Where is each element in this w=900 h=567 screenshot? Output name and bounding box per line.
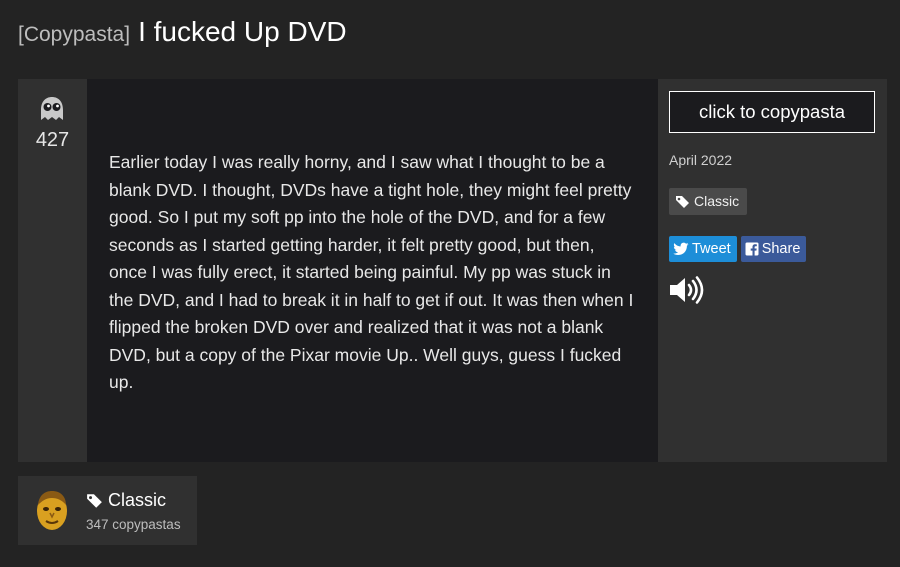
category-name: Classic — [86, 490, 166, 511]
tag-classic-button[interactable]: Classic — [669, 188, 748, 215]
tag-icon — [676, 195, 689, 208]
vote-count: 427 — [35, 129, 70, 151]
tag-label: Classic — [694, 193, 740, 209]
speaker-icon[interactable] — [669, 276, 705, 304]
tag-icon — [87, 493, 102, 508]
title-text: I fucked Up DVD — [138, 16, 347, 47]
copypasta-text: Earlier today I was really horny, and I … — [87, 79, 658, 462]
ghost-icon[interactable] — [37, 94, 67, 124]
category-count: 347 copypastas — [86, 517, 181, 532]
post-date: April 2022 — [669, 152, 733, 168]
facebook-share-button[interactable]: Share — [740, 236, 807, 262]
avatar-face-icon — [37, 491, 67, 530]
facebook-icon — [745, 242, 759, 256]
page-title: [Copypasta] I fucked Up DVD — [18, 15, 347, 52]
title-tag: [Copypasta] — [18, 23, 131, 46]
tweet-button[interactable]: Tweet — [669, 236, 737, 262]
copypasta-card: 427 Earlier today I was really horny, an… — [18, 79, 887, 462]
category-card[interactable]: Classic 347 copypastas — [18, 476, 197, 545]
twitter-bird-icon — [673, 242, 689, 255]
page: [Copypasta] I fucked Up DVD 427 Earlier t… — [0, 0, 900, 567]
category-label: Classic — [108, 490, 167, 510]
copy-button[interactable]: click to copypasta — [669, 91, 875, 133]
tweet-label: Tweet — [692, 241, 731, 257]
sidebar: click to copypasta April 2022 Classic Tw… — [658, 79, 887, 462]
share-buttons: Tweet Share — [669, 236, 807, 262]
vote-column: 427 — [18, 79, 87, 462]
share-label: Share — [761, 241, 801, 257]
